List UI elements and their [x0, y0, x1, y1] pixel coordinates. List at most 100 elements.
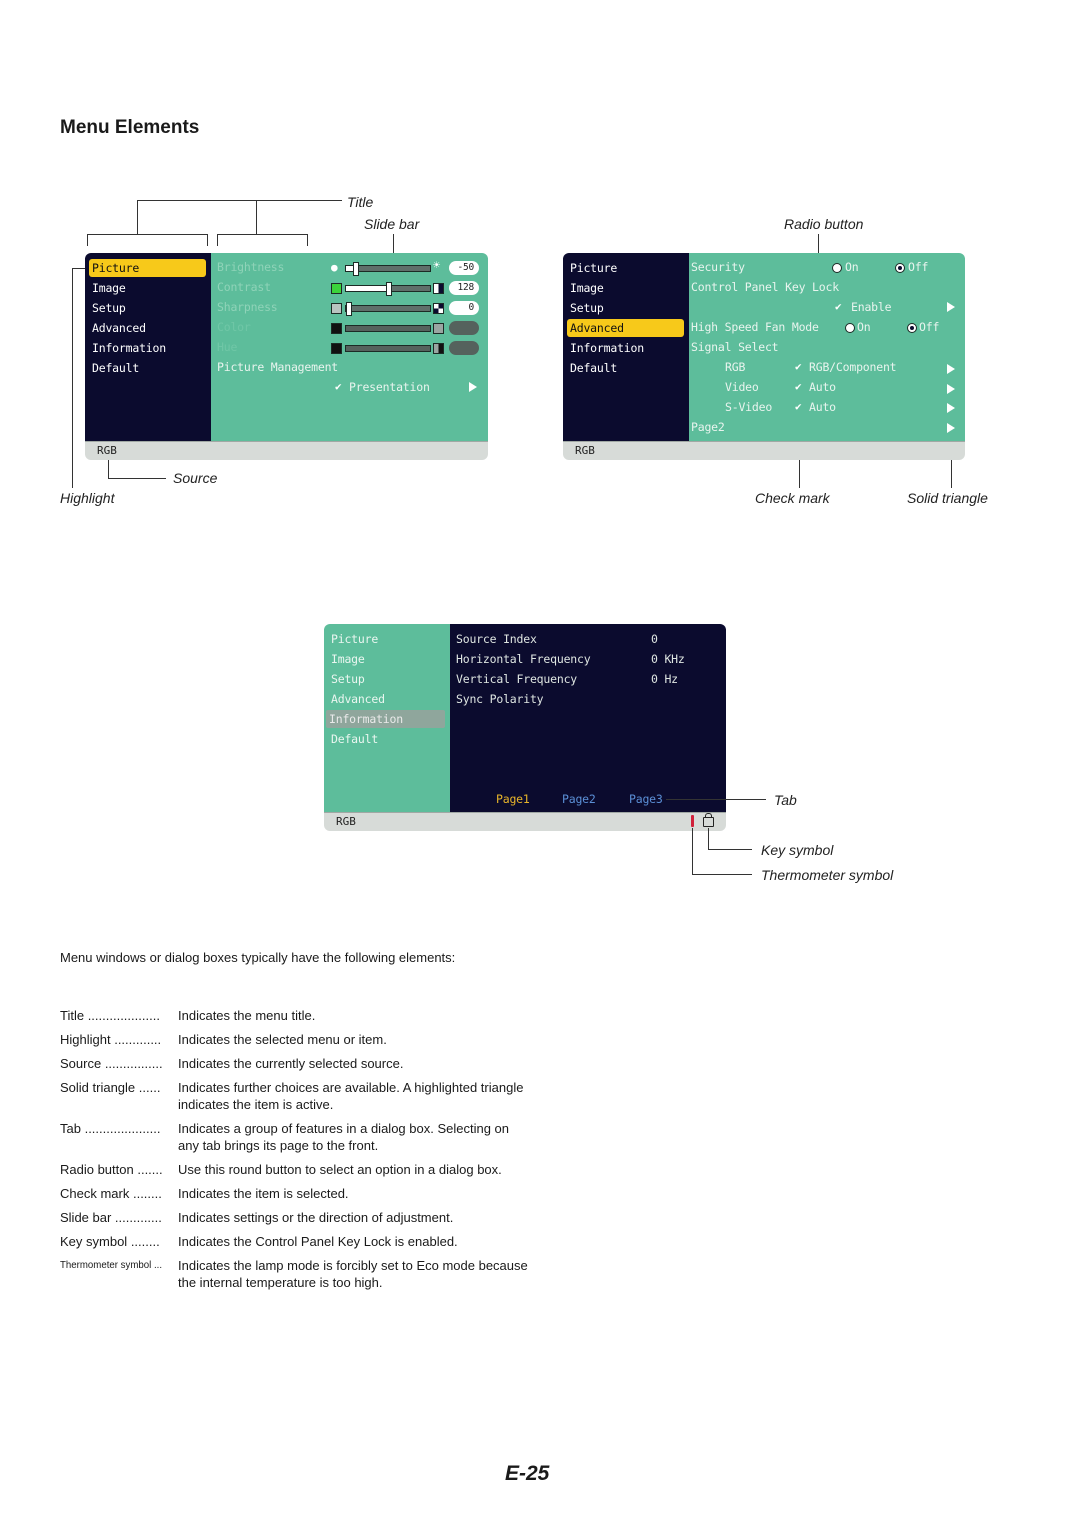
sharpness-value: 0	[449, 301, 479, 315]
keylock-value[interactable]: Enable	[851, 298, 892, 316]
callout-slide-bar: Slide bar	[364, 216, 420, 232]
slider-knob[interactable]	[353, 262, 359, 276]
signal-rgb-label: RGB	[725, 360, 746, 374]
source-label: RGB	[97, 444, 117, 457]
nav-item-setup[interactable]: Setup	[89, 299, 126, 317]
callout-line	[692, 828, 693, 874]
page2-label[interactable]: Page2	[691, 418, 725, 436]
definition-row: Title .................... Indicates the…	[60, 1007, 530, 1024]
callout-line	[217, 234, 218, 246]
info-label: Sync Polarity	[456, 692, 544, 706]
signal-svideo-value[interactable]: Auto	[809, 398, 836, 416]
security-on-label: On	[845, 260, 859, 274]
solid-triangle-icon[interactable]	[469, 382, 477, 392]
nav-item-image[interactable]: Image	[567, 279, 604, 297]
advanced-menu: Picture Image Setup Advanced Information…	[563, 253, 965, 460]
color-slider	[345, 325, 431, 332]
color-high-icon	[433, 323, 444, 334]
definition-desc: Indicates further choices are available.…	[178, 1080, 524, 1112]
callout-line	[137, 200, 342, 201]
contrast-slider[interactable]	[345, 282, 431, 296]
nav-item-default[interactable]: Default	[567, 359, 617, 377]
picture-management-label: Picture Management	[217, 360, 339, 374]
definition-desc: Indicates settings or the direction of a…	[178, 1210, 454, 1225]
signal-video-value[interactable]: Auto	[809, 378, 836, 396]
contrast-high-icon	[433, 283, 444, 294]
fan-mode-label: High Speed Fan Mode	[691, 320, 819, 334]
callout-line	[72, 268, 73, 488]
callout-line	[217, 234, 307, 235]
page-title: Menu Elements	[60, 117, 200, 138]
nav-item-information[interactable]: Information	[567, 339, 644, 357]
callout-line	[87, 234, 88, 246]
picture-management-value[interactable]: Presentation	[349, 378, 430, 396]
definition-row: Radio button ....... Use this round butt…	[60, 1161, 530, 1178]
callout-line	[666, 799, 766, 800]
tab-page3[interactable]: Page3	[629, 790, 663, 808]
callout-thermometer-symbol: Thermometer symbol	[761, 867, 894, 883]
nav-item-advanced[interactable]: Advanced	[567, 319, 684, 337]
definition-term: Radio button .......	[60, 1162, 163, 1177]
nav-item-picture[interactable]: Picture	[89, 259, 206, 277]
brightness-slider[interactable]	[345, 262, 431, 276]
solid-triangle-icon[interactable]	[947, 384, 955, 394]
color-label: Color	[217, 320, 251, 334]
nav-item-setup[interactable]: Setup	[328, 670, 365, 688]
nav-item-advanced[interactable]: Advanced	[328, 690, 385, 708]
definition-term: Check mark ........	[60, 1186, 162, 1201]
callout-line	[708, 828, 709, 850]
nav-item-image[interactable]: Image	[89, 279, 126, 297]
nav-item-default[interactable]: Default	[89, 359, 139, 377]
definition-term: Thermometer symbol ...	[60, 1259, 163, 1271]
slider-knob[interactable]	[346, 302, 352, 316]
fan-off-radio[interactable]	[907, 323, 917, 333]
tab-page2[interactable]: Page2	[562, 790, 596, 808]
security-off-label: Off	[908, 260, 929, 274]
bulb-dim-icon: ●	[331, 261, 338, 274]
signal-rgb-value[interactable]: RGB/Component	[809, 358, 897, 376]
solid-triangle-icon[interactable]	[947, 302, 955, 312]
definition-term: Tab .....................	[60, 1121, 161, 1136]
definition-desc: Indicates the Control Panel Key Lock is …	[178, 1234, 458, 1249]
definition-row: Solid triangle ...... Indicates further …	[60, 1079, 530, 1113]
fan-on-radio[interactable]	[845, 323, 855, 333]
hue-slider	[345, 345, 431, 352]
nav-item-information[interactable]: Information	[89, 339, 166, 357]
callout-source: Source	[173, 470, 218, 486]
nav-item-information[interactable]: Information	[326, 710, 445, 728]
fan-off-label: Off	[919, 320, 940, 334]
sharpness-label: Sharpness	[217, 300, 278, 314]
menu-nav: Picture Image Setup Advanced Information…	[85, 253, 211, 442]
security-off-radio[interactable]	[895, 263, 905, 273]
nav-item-picture[interactable]: Picture	[328, 630, 378, 648]
solid-triangle-icon[interactable]	[947, 423, 955, 433]
check-mark-icon: ✔	[835, 300, 842, 313]
info-value: 0 KHz	[651, 652, 685, 666]
nav-item-setup[interactable]: Setup	[567, 299, 604, 317]
definition-term: Highlight .............	[60, 1032, 162, 1047]
nav-item-image[interactable]: Image	[328, 650, 365, 668]
nav-item-picture[interactable]: Picture	[567, 259, 617, 277]
definition-term: Solid triangle ......	[60, 1080, 161, 1095]
definition-desc: Use this round button to select an optio…	[178, 1162, 502, 1177]
solid-triangle-icon[interactable]	[947, 364, 955, 374]
definition-row: Key symbol ........ Indicates the Contro…	[60, 1233, 530, 1250]
definition-desc: Indicates the lamp mode is forcibly set …	[178, 1258, 528, 1290]
slider-knob[interactable]	[386, 282, 392, 296]
status-bar: RGB	[85, 441, 488, 460]
nav-item-default[interactable]: Default	[328, 730, 378, 748]
callout-line	[108, 478, 166, 479]
sharpness-low-icon	[331, 303, 342, 314]
definition-row: Highlight ............. Indicates the se…	[60, 1031, 530, 1048]
security-on-radio[interactable]	[832, 263, 842, 273]
nav-item-advanced[interactable]: Advanced	[89, 319, 146, 337]
callout-check-mark: Check mark	[755, 490, 830, 506]
menu-content: Source Index 0 Horizontal Frequency 0 KH…	[450, 624, 726, 813]
sharpness-high-icon	[433, 303, 444, 314]
solid-triangle-icon[interactable]	[947, 403, 955, 413]
menu-nav: Picture Image Setup Advanced Information…	[324, 624, 450, 813]
tab-page1[interactable]: Page1	[496, 790, 530, 808]
contrast-value: 128	[449, 281, 479, 295]
definition-row: Thermometer symbol ... Indicates the lam…	[60, 1257, 530, 1291]
sharpness-slider[interactable]	[345, 302, 431, 316]
